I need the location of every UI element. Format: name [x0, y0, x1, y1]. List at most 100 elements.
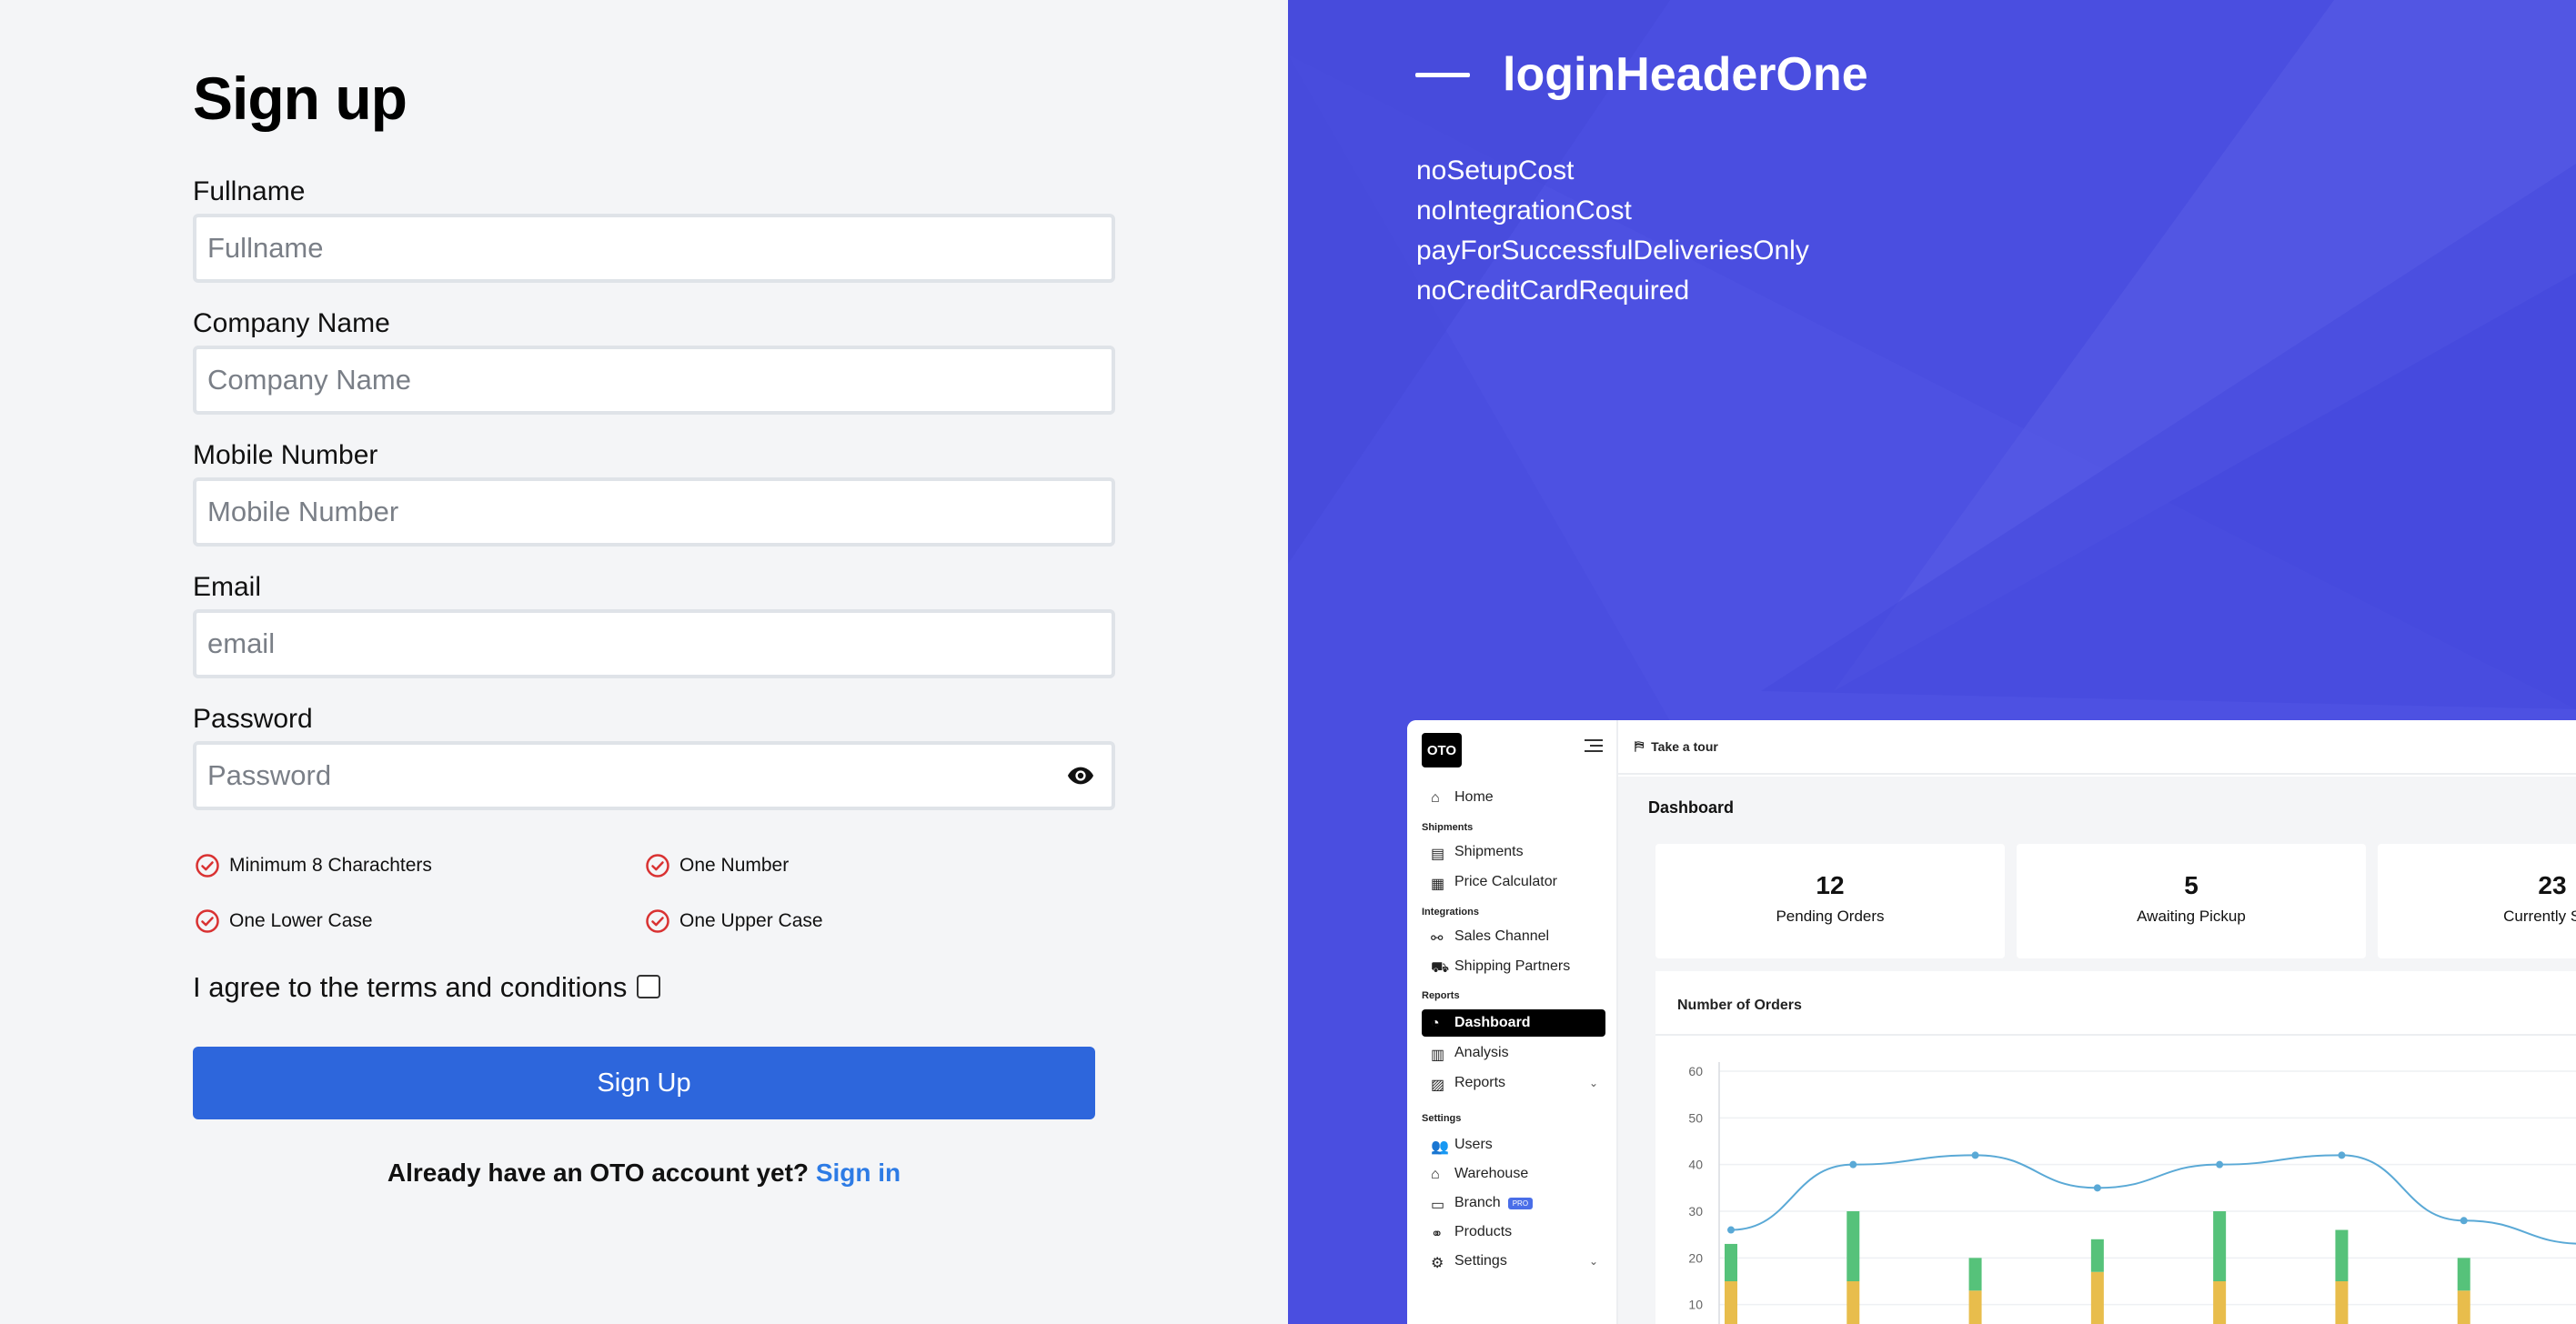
- promo-panel: loginHeaderOne noSetupCost noIntegration…: [1288, 0, 2576, 1324]
- sidebar-item-reports: ▨ Reports ⌄: [1422, 1069, 1605, 1097]
- gauge-icon: ◔: [1431, 1016, 1440, 1031]
- fullname-input[interactable]: [193, 214, 1115, 283]
- y-tick-label: 60: [1688, 1064, 1703, 1078]
- dashboard-sidebar: OTO ⌂ Home Shipments ▤ Shipments ▦ Price Ca…: [1407, 720, 1618, 1324]
- password-input[interactable]: [193, 741, 1115, 810]
- perks-list: noSetupCost noIntegrationCost payForSucc…: [1416, 151, 1809, 311]
- sidebar-item-label: Settings: [1454, 1253, 1507, 1269]
- menu-toggle-icon: [1585, 739, 1603, 752]
- mobile-number-input[interactable]: [193, 477, 1115, 547]
- line-point: [2216, 1160, 2224, 1169]
- sidebar-section-label: Settings: [1422, 1113, 1462, 1124]
- rule-label: One Upper Case: [679, 910, 823, 931]
- rule-lower-case: One Lower Case: [195, 908, 373, 934]
- sidebar-item-label: Shipping Partners: [1454, 958, 1571, 974]
- y-tick-label: 10: [1688, 1298, 1703, 1312]
- header-dash: [1415, 73, 1470, 77]
- chevron-down-icon: ⌄: [1588, 1255, 1598, 1268]
- line-point: [1727, 1226, 1735, 1234]
- rule-upper-case: One Upper Case: [645, 908, 823, 934]
- sidebar-item-price-calculator: ▦ Price Calculator: [1422, 868, 1605, 896]
- email-input[interactable]: [193, 609, 1115, 678]
- bar-segment: [1725, 1281, 1737, 1324]
- check-circle-icon: [196, 909, 219, 933]
- fullname-label: Fullname: [193, 176, 306, 206]
- sidebar-item-analysis: ▥ Analysis: [1422, 1039, 1605, 1067]
- perk-item: noIntegrationCost: [1416, 196, 1632, 226]
- sidebar-item-shipping-partners: ⛟ Shipping Partners: [1422, 953, 1605, 980]
- bar-segment: [1846, 1281, 1860, 1324]
- users-icon: 👥: [1431, 1139, 1449, 1155]
- oto-logo: OTO: [1422, 733, 1462, 767]
- sidebar-item-label: Home: [1454, 789, 1494, 805]
- sidebar-item-label: Branch: [1454, 1195, 1501, 1210]
- check-circle-icon: [646, 909, 669, 933]
- sidebar-section-label: Reports: [1422, 990, 1460, 1001]
- chart-title: Number of Orders: [1677, 998, 1802, 1013]
- mobile-number-label: Mobile Number: [193, 440, 378, 470]
- line-point: [2338, 1151, 2346, 1159]
- sidebar-section-label: Integrations: [1422, 907, 1479, 918]
- sidebar-item-label: Price Calculator: [1454, 874, 1557, 889]
- rule-number: One Number: [645, 853, 789, 878]
- sidebar-item-label: Products: [1454, 1224, 1513, 1239]
- stat-label: Currently Ship: [2503, 908, 2576, 925]
- promo-header: loginHeaderOne: [1503, 48, 1868, 101]
- bar-segment: [2457, 1258, 2470, 1291]
- dashboard-topbar: [1618, 720, 2576, 775]
- sidebar-item-label: Dashboard: [1454, 1015, 1531, 1030]
- stat-value: 12: [1816, 871, 1845, 899]
- bar-segment: [2213, 1281, 2227, 1324]
- company-name-input[interactable]: [193, 346, 1115, 415]
- signup-panel: Sign up Fullname Company Name Mobile Num…: [0, 0, 1288, 1324]
- shipments-icon: ▤: [1431, 847, 1445, 862]
- take-a-tour: ⛿ Take a tour: [1635, 738, 1718, 754]
- bar-segment: [2335, 1281, 2349, 1324]
- have-account-label: Already have an OTO account yet?: [387, 1158, 810, 1187]
- warehouse-icon: ⌂: [1431, 1167, 1440, 1182]
- tour-label: Take a tour: [1651, 738, 1718, 754]
- sidebar-item-dashboard: ◔ Dashboard: [1422, 1009, 1605, 1037]
- sidebar-item-settings: ⚙ Settings ⌄: [1422, 1248, 1605, 1275]
- signpost-icon: ⛿: [1635, 738, 1645, 753]
- bar-segment: [2335, 1229, 2349, 1281]
- perk-item: payForSuccessfulDeliveriesOnly: [1416, 236, 1809, 266]
- sidebar-item-label: Users: [1454, 1137, 1493, 1152]
- sidebar-item-home: ⌂ Home: [1422, 784, 1605, 811]
- dashboard-title: Dashboard: [1648, 798, 1735, 817]
- company-name-label: Company Name: [193, 308, 390, 338]
- y-tick-label: 30: [1688, 1204, 1703, 1219]
- products-icon: ⚭: [1431, 1227, 1444, 1242]
- bar-segment: [1968, 1258, 1982, 1291]
- bar-segment: [2457, 1290, 2470, 1324]
- sidebar-item-shipments: ▤ Shipments: [1422, 838, 1605, 866]
- sidebar-item-label: Shipments: [1454, 844, 1524, 859]
- analysis-icon: ▥: [1431, 1048, 1445, 1063]
- sign-in-link[interactable]: Sign in: [816, 1158, 901, 1187]
- rule-label: Minimum 8 Charachters: [229, 855, 432, 876]
- home-icon: ⌂: [1431, 790, 1440, 806]
- sign-up-button[interactable]: Sign Up: [193, 1047, 1095, 1119]
- y-tick-label: 20: [1688, 1250, 1703, 1265]
- password-label: Password: [193, 704, 313, 734]
- dashboard-preview: OTO ⌂ Home Shipments ▤ Shipments ▦ Price Ca…: [1407, 720, 2576, 1324]
- pro-badge: PRO: [1507, 1197, 1534, 1209]
- rule-min-length: Minimum 8 Charachters: [195, 853, 432, 878]
- stat-card: 12 Pending Orders: [1655, 844, 2005, 958]
- show-password-icon[interactable]: [1064, 761, 1097, 790]
- bar-segment: [1846, 1211, 1860, 1281]
- bar-segment: [2090, 1271, 2104, 1324]
- have-account-text: Already have an OTO account yet? Sign in: [0, 1158, 1288, 1188]
- stat-card: 5 Awaiting Pickup: [2017, 844, 2366, 958]
- sidebar-item-label: Analysis: [1454, 1045, 1509, 1060]
- sidebar-item-label: Sales Channel: [1454, 928, 1550, 944]
- stat-value: 5: [2184, 871, 2199, 899]
- terms-label: I agree to the terms and conditions: [193, 971, 628, 1003]
- line-point: [2093, 1184, 2101, 1192]
- sidebar-item-label: Reports: [1454, 1075, 1506, 1090]
- branch-icon: ▭: [1431, 1198, 1445, 1213]
- bar-segment: [1968, 1290, 1982, 1324]
- terms-checkbox[interactable]: [637, 975, 660, 998]
- page-title: Sign up: [193, 65, 408, 132]
- y-tick-label: 50: [1688, 1110, 1703, 1125]
